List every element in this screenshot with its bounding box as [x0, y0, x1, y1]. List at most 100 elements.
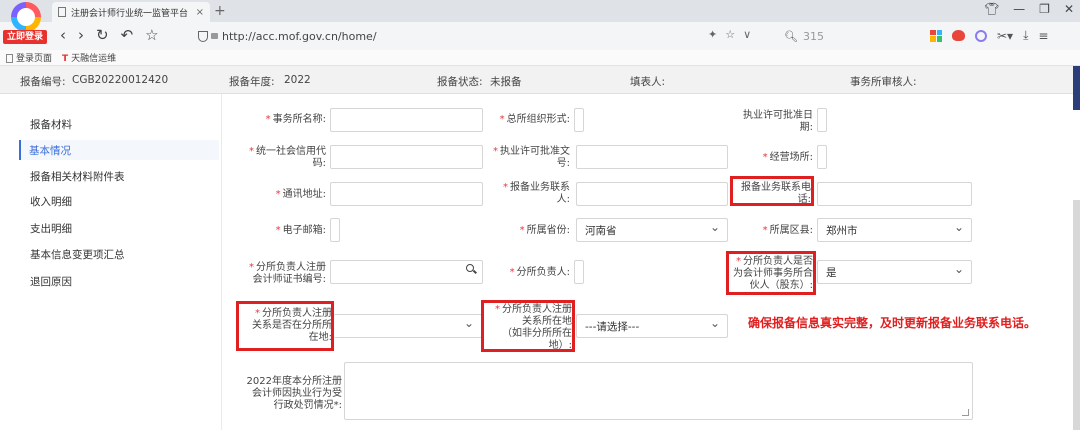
province-value: 河南省 [585, 224, 617, 237]
contact-person-input[interactable] [576, 182, 728, 206]
address-actions: ✦ ☆ ∨ [708, 28, 751, 41]
report-no-value: CGB20220012420 [72, 74, 169, 86]
scissors-icon[interactable]: ✂▾ [997, 29, 1013, 43]
license-date-label: 执业许可批准日 期: [743, 110, 813, 133]
relation-place-label: * 分所负责人注册 关系所在地 （如非分所所在 地）: [495, 304, 572, 351]
premises-label: * 经营场所: [762, 152, 813, 163]
minimize-button[interactable]: — [1013, 2, 1025, 16]
download-icon[interactable]: ⤓ [1023, 28, 1028, 43]
report-year-value: 2022 [284, 74, 311, 86]
premises-input[interactable] [817, 145, 827, 169]
contact-person-label: * 报备业务联系 人: [503, 182, 570, 205]
bookmark-login[interactable]: 登录页面 [6, 51, 52, 64]
browser-search[interactable]: 🔍︎ 315 [784, 27, 914, 45]
back-icon[interactable]: ‹ [60, 26, 66, 44]
scrollbar[interactable] [1073, 200, 1080, 430]
sidebar-item-return-reason[interactable]: 退回原因 [20, 271, 220, 291]
district-label: * 所属区县: [762, 225, 813, 236]
local-relation-select[interactable] [334, 314, 482, 338]
credit-code-input[interactable] [330, 145, 483, 169]
reload-icon[interactable]: ↻ [96, 26, 109, 44]
favorite-icon[interactable]: ☆ [725, 28, 735, 41]
address-bar[interactable]: http://acc.mof.gov.cn/home/ [198, 27, 377, 45]
report-status-value: 未报备 [490, 76, 522, 88]
partner-select[interactable]: 是 [817, 260, 972, 284]
cert-no-input[interactable] [330, 260, 483, 284]
search-icon: 🔍︎ [784, 29, 798, 43]
bookmark-topsec[interactable]: T 天融信运维 [62, 51, 116, 64]
search-icon[interactable] [466, 264, 477, 274]
local-relation-label: * 分所负责人注册 关系是否在分所所 在地: [252, 308, 332, 343]
sidebar-item-expense[interactable]: 支出明细 [20, 218, 220, 238]
report-info-bar: 报备编号: CGB20220012420 报备年度: 2022 报备状态: 未报… [0, 66, 1080, 94]
topsec-icon: T [62, 54, 69, 64]
flash-icon[interactable]: ✦ [708, 28, 717, 41]
apps-icon[interactable] [930, 29, 942, 42]
penalty-textarea[interactable] [344, 362, 973, 420]
sidebar-item-income[interactable]: 收入明细 [20, 191, 220, 211]
email-label: * 电子邮箱: [275, 225, 326, 236]
shield-icon [198, 30, 208, 42]
sidebar-item-changes[interactable]: 基本信息变更项汇总 [20, 244, 220, 264]
maximize-button[interactable]: ❐ [1039, 2, 1050, 16]
hq-form-input[interactable] [574, 108, 584, 132]
firm-name-input[interactable] [330, 108, 483, 132]
relation-place-value: ---请选择--- [585, 320, 640, 333]
contact-phone-input[interactable] [817, 182, 972, 206]
license-date-input[interactable] [817, 108, 827, 132]
annotation-note: 确保报备信息真实完整，及时更新报备业务联系电话。 [748, 316, 1037, 330]
district-select[interactable]: 郑州市 [817, 218, 972, 242]
email-input[interactable] [330, 218, 340, 242]
firm-name-label: * 事务所名称: [265, 114, 326, 125]
right-accent-bar [1073, 66, 1080, 110]
tab-title: 注册会计师行业统一监管平台 [71, 8, 189, 19]
district-value: 郑州市 [826, 224, 858, 237]
browser-tab[interactable]: 注册会计师行业统一监管平台 × [52, 2, 210, 22]
browser-logo[interactable]: 立即登录 [3, 2, 47, 46]
browser-nav-bar: ‹ › ↻ ↶ ☆ http://acc.mof.gov.cn/home/ ✦ … [0, 22, 1080, 50]
forward-icon[interactable]: › [78, 26, 84, 44]
license-no-input[interactable] [576, 145, 728, 169]
bookmarks-bar: 登录页面 T 天融信运维 [0, 50, 1080, 66]
sidebar-item-attachments[interactable]: 报备相关材料附件表 [20, 166, 220, 186]
province-label: * 所属省份: [519, 225, 570, 236]
translate-icon[interactable] [975, 29, 987, 42]
penalty-label: 2022年度本分所注册 会计师因执业行为受 行政处罚情况*: [246, 376, 342, 411]
site-icon [211, 33, 218, 39]
search-text: 315 [802, 29, 824, 43]
relation-place-select[interactable]: ---请选择--- [576, 314, 728, 338]
extension-icons: ✂▾ ⤓ ≡ [930, 28, 1048, 43]
partner-value: 是 [826, 266, 837, 279]
browser-tab-bar: 注册会计师行业统一监管平台 × + 👕︎ — ❐ ✕ [0, 0, 1080, 22]
tab-close-icon[interactable]: × [196, 7, 204, 18]
url-text: http://acc.mof.gov.cn/home/ [222, 29, 377, 43]
menu-icon[interactable]: ≡ [1038, 29, 1048, 43]
hq-form-label: * 总所组织形式: [499, 114, 570, 125]
window-controls: 👕︎ — ❐ ✕ [984, 2, 1074, 16]
sidebar: 报备材料 基本情况 报备相关材料附件表 收入明细 支出明细 基本信息变更项汇总 … [0, 94, 222, 430]
resize-handle[interactable] [962, 409, 969, 416]
credit-code-label: * 统一社会信用代 码: [249, 146, 326, 169]
close-window-button[interactable]: ✕ [1064, 2, 1074, 16]
sidebar-item-materials[interactable]: 报备材料 [20, 114, 220, 134]
address-label: * 通讯地址: [275, 189, 326, 200]
address-input[interactable] [330, 182, 483, 206]
nav-buttons: ‹ › ↻ ↶ ☆ [60, 26, 159, 44]
province-select[interactable]: 河南省 [576, 218, 728, 242]
license-no-label: * 执业许可批准文 号: [493, 146, 570, 169]
chevron-down-icon[interactable]: ∨ [743, 28, 751, 41]
shirt-icon[interactable]: 👕︎ [984, 2, 999, 16]
branch-head-input[interactable] [574, 260, 584, 284]
branch-head-label: * 分所负责人: [509, 267, 570, 278]
cert-no-label: * 分所负责人注册 会计师证书编号: [249, 262, 326, 285]
star-icon[interactable]: ☆ [145, 26, 158, 44]
report-no-label: 报备编号: [20, 76, 66, 88]
sidebar-item-basic-info[interactable]: 基本情况 [19, 140, 219, 160]
partner-label: * 分所负责人是否 为会计师事务所合 伙人（股东）: [733, 256, 813, 291]
new-tab-button[interactable]: + [214, 3, 226, 19]
reviewer-label: 事务所审核人: [850, 76, 917, 88]
login-badge[interactable]: 立即登录 [3, 30, 47, 44]
contact-phone-label: 报备业务联系电 话: [741, 182, 811, 205]
paw-icon[interactable] [952, 30, 965, 41]
undo-icon[interactable]: ↶ [121, 26, 134, 44]
